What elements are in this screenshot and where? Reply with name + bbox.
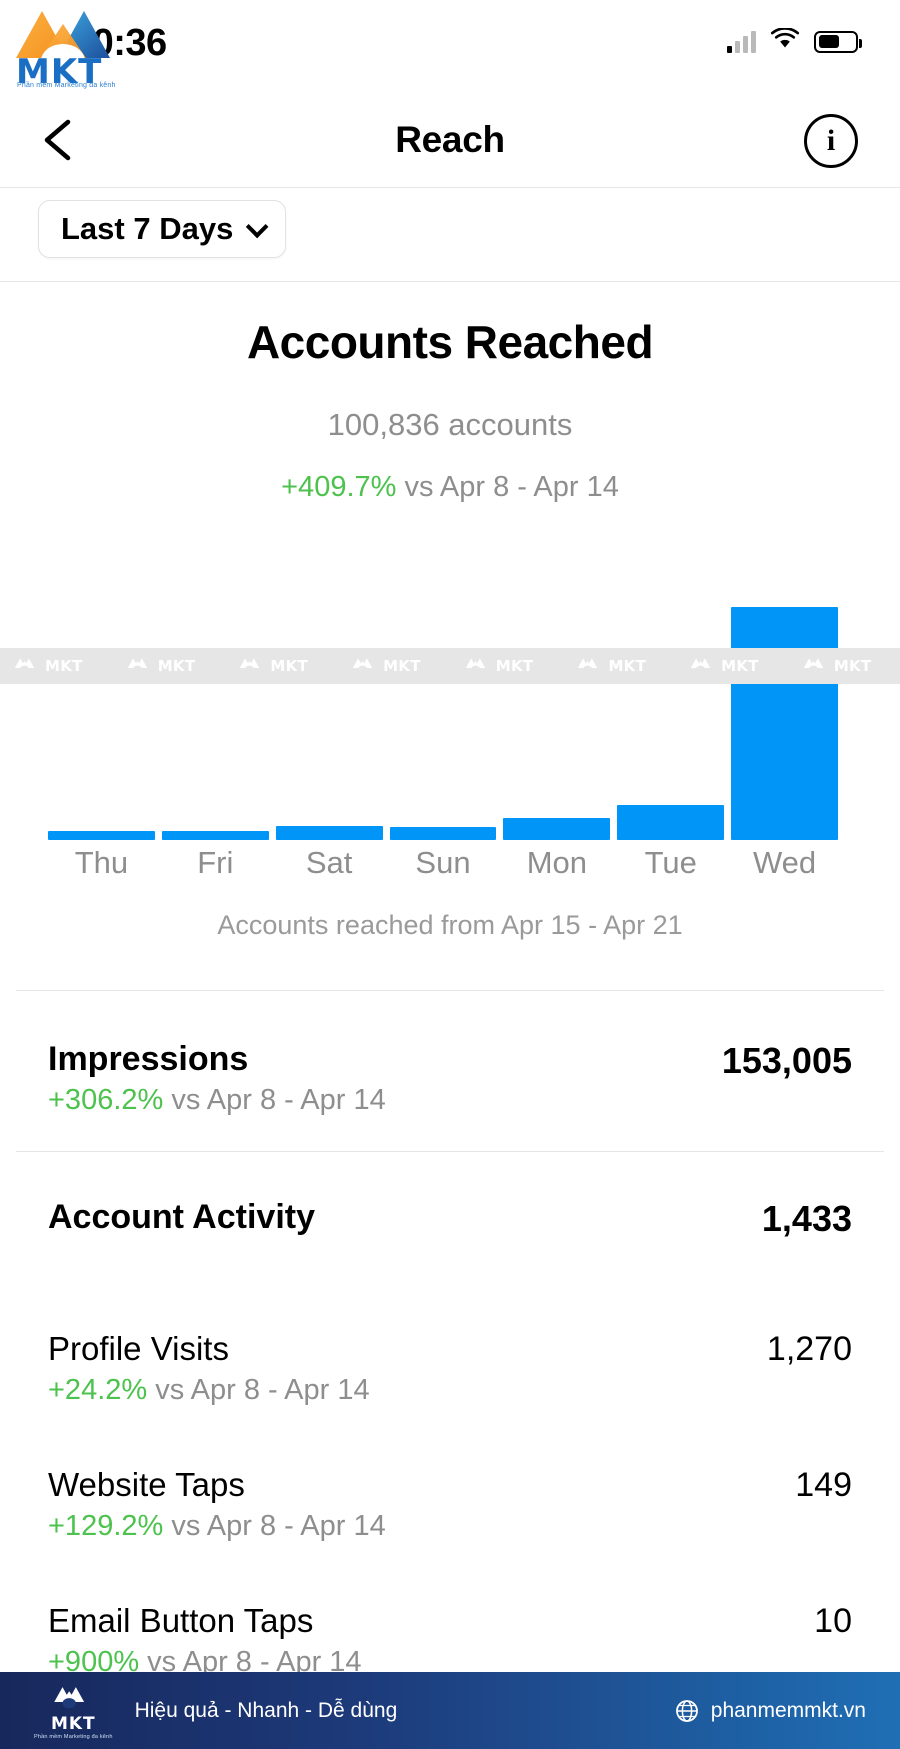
metric-delta: +24.2% vs Apr 8 - Apr 14: [48, 1374, 370, 1407]
battery-icon: [814, 30, 862, 53]
chart-bar-fri[interactable]: [161, 831, 269, 840]
x-label-tue: Tue: [644, 845, 697, 880]
watermark-label: MKT: [833, 657, 872, 675]
watermark-label: MKT: [721, 657, 759, 675]
watermark-mkt-logo-icon: [127, 655, 153, 677]
metric-name: Impressions: [48, 1040, 249, 1078]
mkt-brand-overlay: MKT Phần mềm Marketing đa kênh: [8, 4, 148, 92]
watermark-label: MKT: [608, 657, 647, 675]
footer-slogan: Hiệu quả - Nhanh - Dễ dùng: [134, 1698, 398, 1722]
x-label-mon: Mon: [526, 845, 588, 880]
metric-name: Website Taps: [48, 1466, 245, 1503]
chart-bars: [48, 599, 839, 840]
date-range-filter[interactable]: Last 7 Days: [38, 200, 287, 258]
chart-bar-wed[interactable]: [731, 606, 839, 840]
metric-delta-value: +24.2%: [48, 1374, 148, 1406]
cellular-signal-icon: [727, 30, 756, 53]
metric-value: 1,270: [766, 1330, 852, 1368]
watermark-strip: MKTMKTMKTMKTMKTMKTMKTMKTMKT: [0, 648, 900, 684]
watermark-item: MKT: [352, 655, 421, 677]
navigation-bar: Reach i: [0, 92, 900, 188]
footer-logo: MKT Phần mềm Marketing đa kênh: [34, 1682, 113, 1740]
watermark-item: MKT: [803, 655, 872, 677]
footer-mkt-logo-icon: [53, 1682, 93, 1713]
chart-caption: Accounts reached from Apr 15 - Apr 21: [217, 910, 683, 940]
watermark-mkt-logo-icon: [14, 655, 40, 677]
watermark-item: MKT: [690, 655, 759, 677]
hero-subtitle: 100,836 accounts: [327, 407, 573, 442]
metric-delta-value: +129.2%: [48, 1510, 164, 1542]
watermark-label: MKT: [495, 657, 534, 675]
metric-name: Profile Visits: [48, 1330, 229, 1367]
hero-title: Accounts Reached: [246, 316, 654, 368]
watermark-item: MKT: [239, 655, 308, 677]
date-range-label: Last 7 Days: [61, 211, 234, 246]
chevron-down-icon: [246, 215, 269, 239]
chart-bar-mon[interactable]: [503, 818, 611, 840]
metric-value: 10: [814, 1602, 852, 1640]
footer-tagline: Phần mềm Marketing đa kênh: [34, 1733, 113, 1740]
x-label-thu: Thu: [74, 845, 129, 880]
phone-screen: 10:36 MKT Phần mềm Marketing đa kênh Rea…: [0, 0, 900, 1749]
filter-divider: [0, 281, 900, 282]
mkt-footer-banner: MKT Phần mềm Marketing đa kênh Hiệu quả …: [0, 1672, 900, 1749]
nav-divider: [0, 187, 900, 188]
x-label-sat: Sat: [305, 845, 353, 880]
metric-value: 149: [795, 1466, 852, 1504]
metric-name: Account Activity: [48, 1198, 316, 1236]
section-divider-1: [16, 990, 884, 991]
metric-delta-period: vs Apr 8 - Apr 14: [147, 1374, 370, 1406]
watermark-mkt-logo-icon: [577, 655, 603, 677]
page-title: Reach: [395, 119, 505, 160]
mkt-tagline: Phần mềm Marketing đa kênh: [17, 82, 116, 89]
footer-website[interactable]: phanmemmkt.vn: [675, 1699, 866, 1723]
watermark-mkt-logo-icon: [352, 655, 378, 677]
metric-delta-value: +306.2%: [48, 1084, 164, 1116]
watermark-item: MKT: [127, 655, 196, 677]
x-label-fri: Fri: [197, 845, 234, 880]
globe-icon: [675, 1699, 699, 1723]
wifi-icon: [770, 27, 800, 55]
watermark-label: MKT: [270, 657, 309, 675]
reach-bar-chart: [0, 585, 900, 840]
watermark-label: MKT: [45, 657, 83, 675]
chart-bar-thu[interactable]: [48, 831, 155, 840]
metric-delta: +306.2% vs Apr 8 - Apr 14: [48, 1084, 386, 1117]
info-icon[interactable]: i: [804, 114, 858, 168]
watermark-mkt-logo-icon: [465, 655, 491, 677]
metric-value: 153,005: [721, 1040, 852, 1081]
section-divider-2: [16, 1151, 884, 1152]
watermark-item: MKT: [577, 655, 646, 677]
chart-bar-tue[interactable]: [617, 804, 725, 840]
hero-delta-value: +409.7%: [281, 471, 397, 503]
watermark-mkt-logo-icon: [239, 655, 265, 677]
hero-delta-period: vs Apr 8 - Apr 14: [396, 471, 619, 503]
watermark-label: MKT: [383, 657, 421, 675]
watermark-label: MKT: [157, 657, 196, 675]
status-indicators: [727, 27, 862, 55]
chart-bar-sun[interactable]: [389, 827, 497, 840]
watermark-item: MKT: [465, 655, 534, 677]
hero-delta: +409.7% vs Apr 8 - Apr 14: [0, 471, 900, 504]
metric-value: 1,433: [761, 1198, 852, 1239]
footer-wordmark: MKT: [50, 1713, 96, 1734]
watermark-item: MKT: [14, 655, 83, 677]
footer-url: phanmemmkt.vn: [710, 1698, 866, 1722]
metric-delta-period: vs Apr 8 - Apr 14: [163, 1510, 386, 1542]
chart-bar-sat[interactable]: [275, 826, 383, 840]
metric-delta: +129.2% vs Apr 8 - Apr 14: [48, 1510, 386, 1543]
chart-x-axis-labels: Thu Fri Sat Sun Mon Tue Wed: [48, 845, 838, 881]
watermark-mkt-logo-icon: [690, 655, 716, 677]
metric-delta-period: vs Apr 8 - Apr 14: [163, 1084, 386, 1116]
x-label-wed: Wed: [752, 845, 817, 880]
metric-name: Email Button Taps: [48, 1602, 314, 1639]
x-label-sun: Sun: [415, 845, 471, 880]
watermark-mkt-logo-icon: [803, 655, 829, 677]
